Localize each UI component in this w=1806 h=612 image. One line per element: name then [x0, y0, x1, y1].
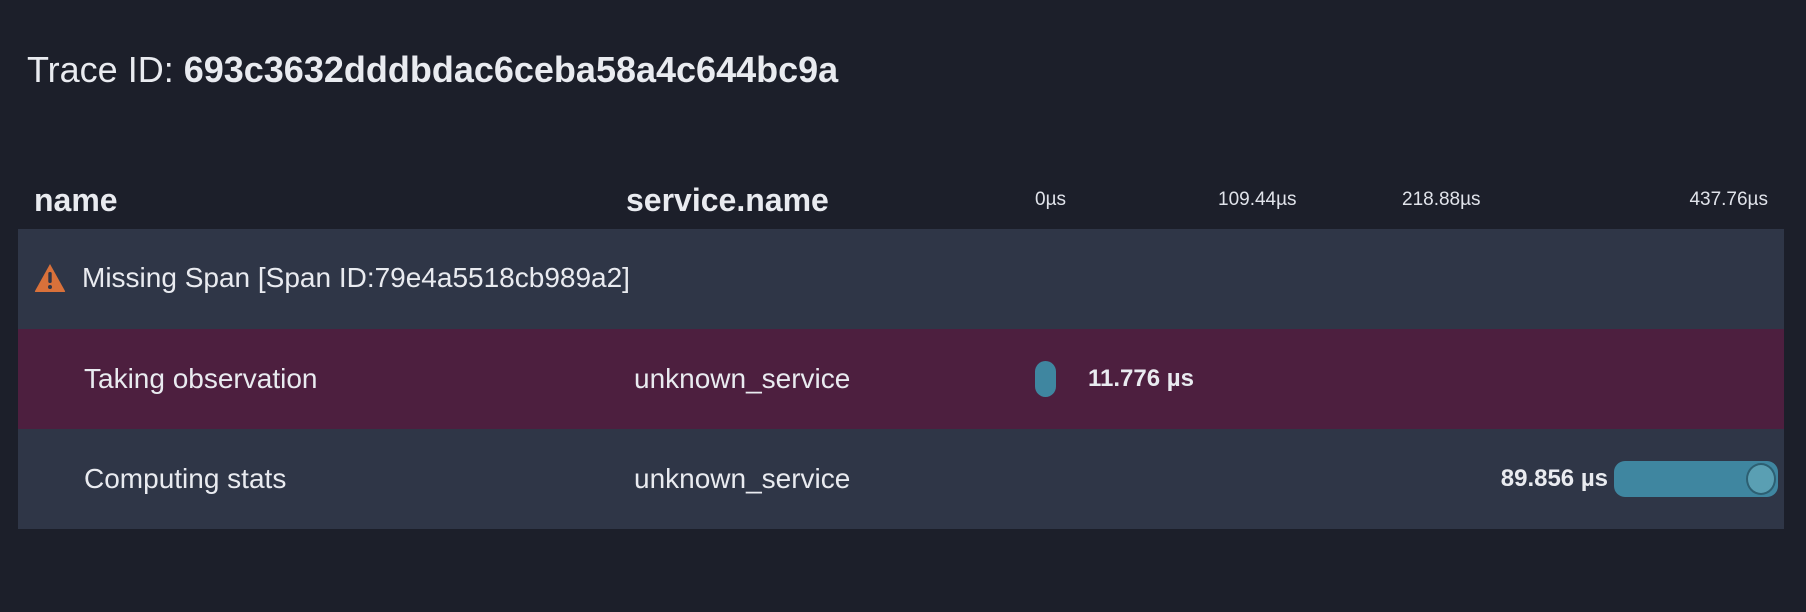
column-header-name[interactable]: name	[34, 182, 118, 219]
span-duration-label: 89.856 µs	[1500, 465, 1608, 492]
warning-icon	[34, 264, 66, 292]
bar-resize-handle[interactable]	[1746, 463, 1776, 495]
timeline-tick: 218.88µs	[1402, 189, 1481, 210]
table-header: name service.name 0µs 109.44µs 218.88µs …	[18, 170, 1784, 229]
span-row-error[interactable]: Taking observation unknown_service 11.77…	[18, 329, 1784, 429]
span-service-name: unknown_service	[634, 363, 851, 394]
trace-title: Trace ID: 693c3632dddbdac6ceba58a4c644bc…	[27, 48, 838, 92]
span-row[interactable]: Computing stats unknown_service 89.856 µ…	[18, 429, 1784, 529]
span-name: Taking observation	[84, 363, 318, 394]
timeline-tick: 109.44µs	[1218, 189, 1297, 210]
span-duration-bar[interactable]	[1035, 361, 1056, 397]
span-duration-label: 11.776 µs	[1088, 365, 1194, 392]
span-table: name service.name 0µs 109.44µs 218.88µs …	[18, 170, 1784, 529]
timeline-tick: 0µs	[1035, 189, 1067, 210]
span-name: Computing stats	[84, 463, 287, 494]
span-service-name: unknown_service	[634, 463, 851, 494]
timeline-tick: 437.76µs	[1689, 189, 1768, 210]
trace-id-label: Trace ID:	[27, 49, 184, 90]
trace-view: Trace ID: 693c3632dddbdac6ceba58a4c644bc…	[0, 0, 1806, 612]
missing-span-text: Missing Span [Span ID:79e4a5518cb989a2]	[82, 262, 630, 293]
span-duration-bar[interactable]	[1614, 461, 1778, 497]
missing-span-row[interactable]: Missing Span [Span ID:79e4a5518cb989a2]	[18, 229, 1784, 329]
column-header-service[interactable]: service.name	[626, 182, 829, 219]
trace-id-value: 693c3632dddbdac6ceba58a4c644bc9a	[183, 49, 839, 90]
